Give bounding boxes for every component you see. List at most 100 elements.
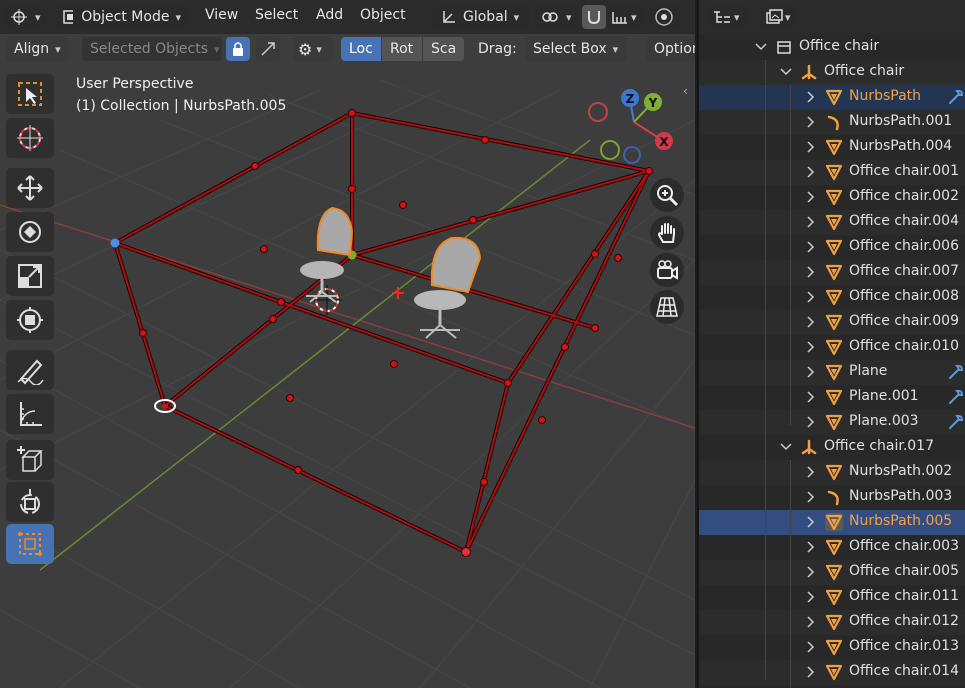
chevron-right-icon[interactable]: [805, 465, 817, 479]
outliner-row[interactable]: NurbsPath.003: [699, 485, 965, 510]
outliner-row[interactable]: Office chair: [699, 60, 965, 85]
chevron-down-icon[interactable]: [755, 40, 767, 54]
outliner-row[interactable]: Plane.001: [699, 385, 965, 410]
chevron-right-icon[interactable]: [805, 215, 817, 229]
chevron-down-icon[interactable]: [780, 65, 792, 79]
tool-move[interactable]: [6, 168, 54, 208]
camera-view-button[interactable]: [650, 253, 684, 287]
outliner-row[interactable]: Office chair.005: [699, 560, 965, 585]
align-dropdown[interactable]: Align ▾: [6, 37, 68, 61]
lattice-cage[interactable]: [113, 110, 653, 555]
outliner-row[interactable]: Office chair.001: [699, 160, 965, 185]
tool-cage[interactable]: [6, 524, 54, 564]
chevron-right-icon[interactable]: [805, 165, 817, 179]
outliner-row[interactable]: Office chair.011: [699, 585, 965, 610]
tool-measure[interactable]: [6, 394, 54, 434]
chevron-right-icon[interactable]: [805, 390, 817, 404]
wrench-icon[interactable]: [947, 413, 965, 431]
chevron-right-icon[interactable]: [805, 365, 817, 379]
chevron-right-icon[interactable]: [805, 415, 817, 429]
mode-dropdown[interactable]: Object Mode ▾: [54, 5, 189, 29]
selected-objects-dropdown[interactable]: Selected Objects ▾: [82, 37, 222, 61]
chevron-right-icon[interactable]: [805, 140, 817, 154]
outliner-row[interactable]: NurbsPath.004: [699, 135, 965, 160]
tool-rotate[interactable]: [6, 212, 54, 252]
menu-select[interactable]: Select: [255, 7, 298, 23]
menu-object[interactable]: Object: [360, 7, 406, 23]
chevron-right-icon[interactable]: [805, 240, 817, 254]
sidebar-toggle-arrow[interactable]: ‹: [683, 84, 688, 98]
outliner-row[interactable]: Office chair.013: [699, 635, 965, 660]
perspective-toggle-button[interactable]: [650, 290, 684, 324]
office-chair-left[interactable]: [300, 206, 354, 303]
sca-toggle[interactable]: Sca: [423, 37, 464, 61]
wrench-icon[interactable]: [947, 388, 965, 406]
outliner-row[interactable]: Office chair: [699, 35, 965, 60]
chevron-right-icon[interactable]: [805, 665, 817, 679]
outliner-row[interactable]: Office chair.002: [699, 185, 965, 210]
chevron-right-icon[interactable]: [805, 190, 817, 204]
chevron-right-icon[interactable]: [805, 290, 817, 304]
outliner-row[interactable]: Office chair.010: [699, 335, 965, 360]
pan-button[interactable]: [650, 216, 684, 250]
outliner-row[interactable]: Office chair.009: [699, 310, 965, 335]
display-mode-dropdown[interactable]: ▾: [761, 5, 797, 29]
chevron-right-icon[interactable]: [805, 115, 817, 129]
outliner-row[interactable]: Office chair.004: [699, 210, 965, 235]
chevron-right-icon[interactable]: [805, 640, 817, 654]
blue-point[interactable]: [110, 238, 120, 248]
outliner-row[interactable]: Office chair.014: [699, 660, 965, 685]
office-chair-right[interactable]: [414, 236, 482, 339]
chevron-right-icon[interactable]: [805, 565, 817, 579]
rot-toggle[interactable]: Rot: [382, 37, 422, 61]
pivot-point-button[interactable]: ▾: [535, 5, 577, 29]
outliner-row[interactable]: Plane: [699, 360, 965, 385]
outliner-row[interactable]: Office chair.012: [699, 610, 965, 635]
tool-spin[interactable]: [6, 482, 54, 522]
chevron-right-icon[interactable]: [805, 615, 817, 629]
chevron-right-icon[interactable]: [805, 340, 817, 354]
chevron-right-icon[interactable]: [805, 265, 817, 279]
outliner-panel[interactable]: ▾ ▾ Office chair Office chair NurbsPath Nur…: [697, 0, 965, 688]
snap-toggle[interactable]: [582, 5, 606, 29]
outliner-row[interactable]: Office chair.007: [699, 260, 965, 285]
select-box-dropdown[interactable]: Select Box ▾: [525, 37, 627, 61]
tool-add-cube[interactable]: [6, 440, 54, 480]
loc-toggle[interactable]: Loc: [341, 37, 381, 61]
tool-annotate[interactable]: [6, 350, 54, 390]
chevron-right-icon[interactable]: [805, 540, 817, 554]
outliner-editor-type-button[interactable]: ▾: [707, 5, 749, 29]
tool-select-box[interactable]: [6, 74, 54, 114]
outliner-row[interactable]: NurbsPath.001: [699, 110, 965, 135]
chevron-right-icon[interactable]: [805, 315, 817, 329]
proportional-edit-toggle[interactable]: [650, 5, 680, 29]
tool-transform[interactable]: [6, 300, 54, 340]
outliner-row[interactable]: NurbsPath: [699, 85, 965, 110]
outliner-row[interactable]: Office chair.008: [699, 285, 965, 310]
outliner-row[interactable]: NurbsPath.005: [699, 510, 965, 535]
chevron-right-icon[interactable]: [805, 515, 817, 529]
tool-cursor[interactable]: [6, 118, 54, 158]
outliner-row[interactable]: Office chair.006: [699, 235, 965, 260]
menu-view[interactable]: View: [205, 7, 238, 23]
chevron-right-icon[interactable]: [805, 490, 817, 504]
chevron-right-icon[interactable]: [805, 590, 817, 604]
3d-viewport[interactable]: Z Y X ▾ Object Mode ▾ View Select Add Ob…: [0, 0, 695, 688]
outliner-row[interactable]: Office chair.017: [699, 435, 965, 460]
chevron-down-icon[interactable]: [780, 440, 792, 454]
outliner-row[interactable]: NurbsPath.002: [699, 460, 965, 485]
affect-only-toggle[interactable]: [256, 37, 280, 61]
wrench-icon[interactable]: [947, 88, 965, 106]
outliner-row[interactable]: Office chair.003: [699, 535, 965, 560]
outliner-row[interactable]: Plane.003: [699, 410, 965, 435]
lattice-points[interactable]: [139, 109, 653, 557]
wrench-icon[interactable]: [947, 363, 965, 381]
options-dropdown[interactable]: Option: [646, 37, 695, 61]
editor-type-button[interactable]: ▾: [4, 5, 46, 29]
snap-target-dropdown[interactable]: ▾: [607, 5, 645, 29]
zoom-button[interactable]: [650, 178, 684, 212]
lock-toggle[interactable]: [226, 37, 250, 61]
chevron-right-icon[interactable]: [805, 90, 817, 104]
tool-scale[interactable]: [6, 256, 54, 296]
options-gear-dropdown[interactable]: ⚙ ▾: [293, 37, 333, 61]
